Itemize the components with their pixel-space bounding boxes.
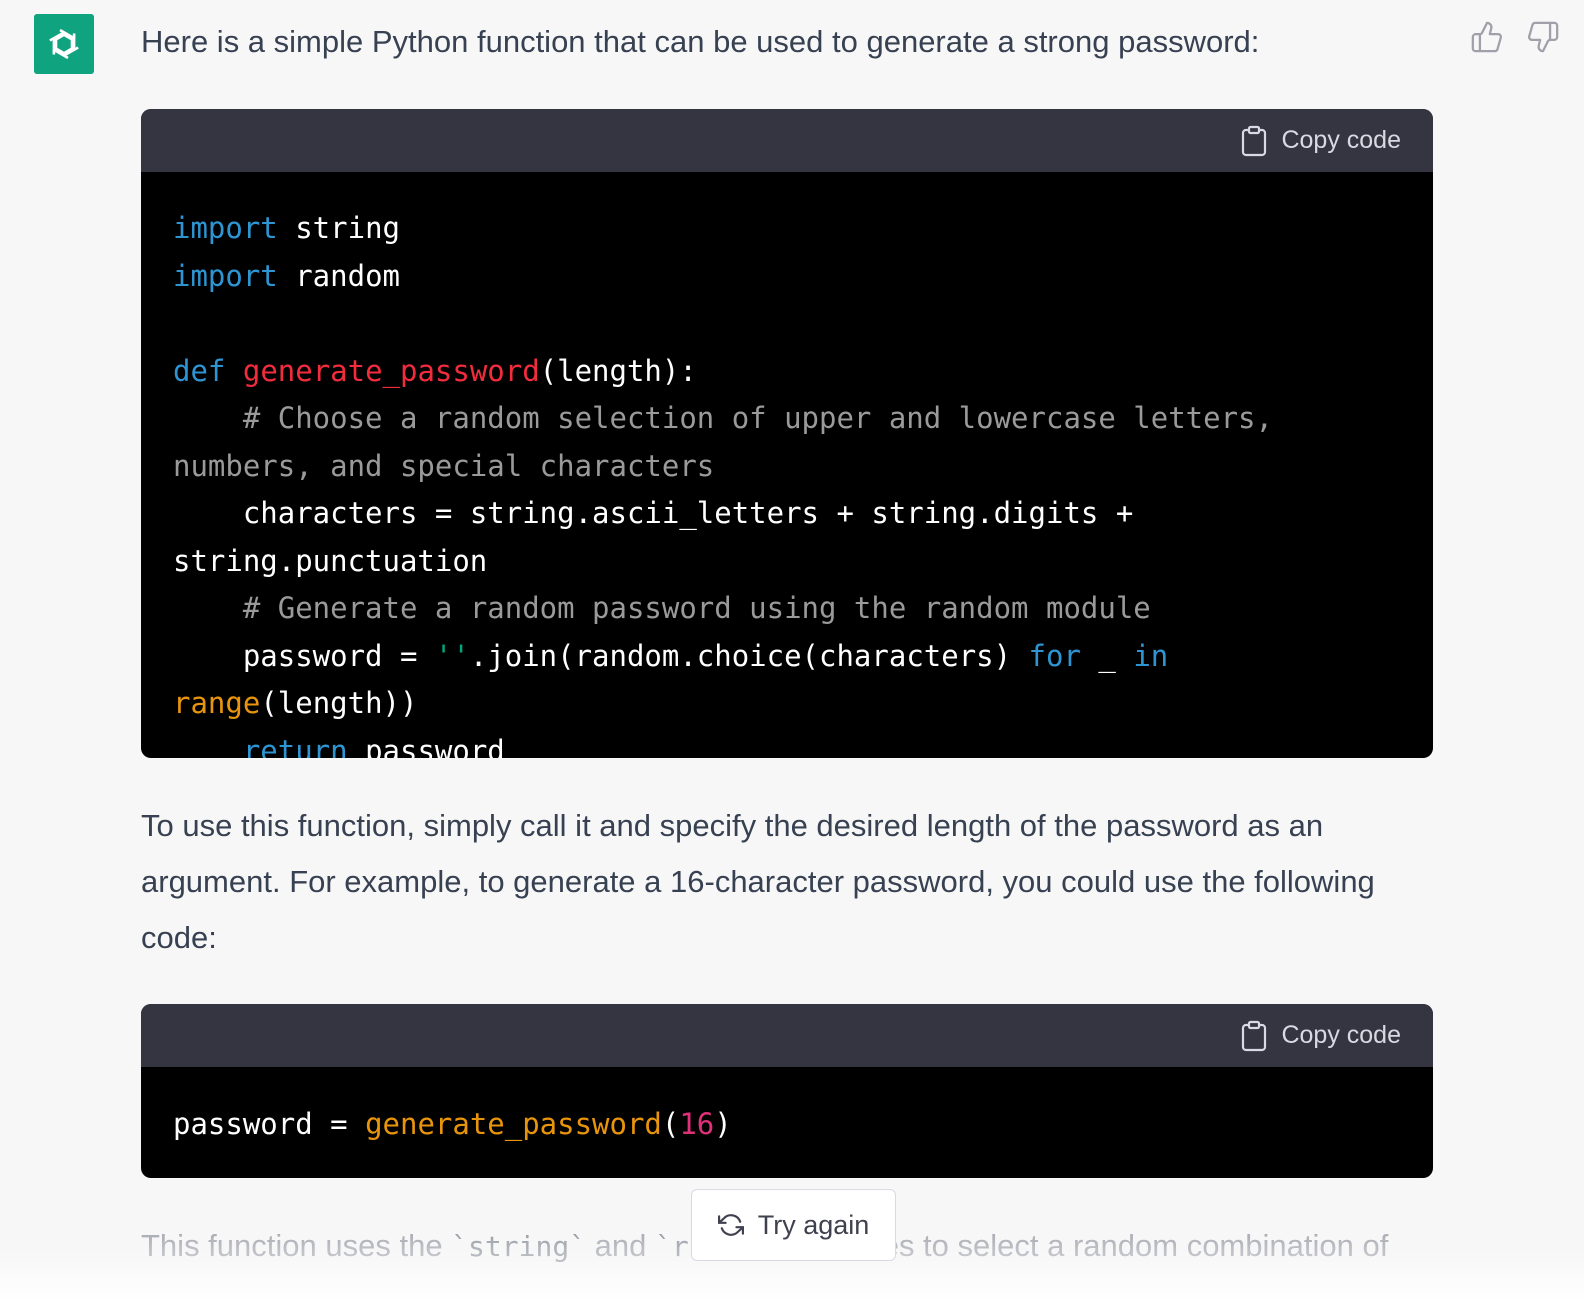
explanation-suffix: es to select a random combination of — [881, 1228, 1389, 1263]
code-token: password = — [173, 638, 435, 673]
code-token: characters = string.ascii_letters + stri… — [173, 496, 1151, 578]
code-token: (length): — [539, 353, 697, 388]
code-content: password = generate_password(16) — [141, 1067, 1433, 1149]
thumbs-up-icon[interactable] — [1470, 20, 1504, 54]
usage-text: To use this function, simply call it and… — [141, 808, 1375, 955]
code-token: password — [347, 733, 505, 759]
code-token: def — [173, 353, 226, 388]
code-comment: # Choose a random selection of upper and… — [173, 401, 1291, 483]
explanation-and: and — [586, 1228, 655, 1263]
code-token: for — [1028, 638, 1081, 673]
clipboard-icon — [1242, 1020, 1267, 1051]
try-again-label: Try again — [757, 1209, 870, 1240]
copy-code-label: Copy code — [1281, 126, 1401, 154]
code-header: Copy code — [141, 1004, 1433, 1067]
thumbs-down-icon[interactable] — [1526, 20, 1560, 54]
code-header: Copy code — [141, 109, 1433, 172]
code-token: in — [1133, 638, 1169, 673]
code-comment: # Generate a random password using the r… — [173, 591, 1151, 625]
code-token: import — [173, 211, 278, 245]
explanation-prefix: This function uses the — [141, 1228, 452, 1263]
code-token: ) — [714, 1107, 732, 1141]
code-token: password = — [173, 1107, 366, 1141]
openai-logo-icon — [49, 28, 79, 60]
code-token: generate_password — [242, 353, 540, 388]
code-token: string — [277, 211, 400, 245]
inline-code: `string` — [451, 1230, 587, 1263]
assistant-avatar — [34, 14, 94, 74]
code-token: .join(random.choice(characters) — [469, 638, 1029, 673]
copy-code-button[interactable]: Copy code — [1241, 125, 1401, 157]
code-content: import string import random def generate… — [141, 172, 1433, 758]
code-token: range — [173, 686, 261, 720]
code-token: ( — [661, 1107, 680, 1141]
refresh-icon — [717, 1214, 744, 1236]
code-token: import — [173, 258, 278, 293]
code-block-2: Copy code password = generate_password(1… — [141, 1004, 1433, 1178]
code-token: generate_password — [365, 1107, 662, 1141]
copy-code-button[interactable]: Copy code — [1241, 1020, 1401, 1052]
copy-code-label: Copy code — [1281, 1021, 1401, 1049]
code-number: 16 — [679, 1107, 715, 1141]
code-block-1: Copy code import string import random de… — [141, 109, 1433, 758]
try-again-button[interactable]: Try again — [691, 1189, 896, 1261]
code-token: (length)) — [260, 686, 418, 720]
clipboard-icon — [1242, 125, 1267, 156]
code-token: random — [277, 258, 400, 293]
code-token: return — [242, 733, 348, 759]
code-token: _ — [1080, 638, 1134, 673]
intro-text: Here is a simple Python function that ca… — [141, 24, 1260, 59]
inline-code: `r — [654, 1230, 689, 1263]
code-string: '' — [434, 638, 470, 673]
feedback-buttons — [1470, 20, 1560, 54]
